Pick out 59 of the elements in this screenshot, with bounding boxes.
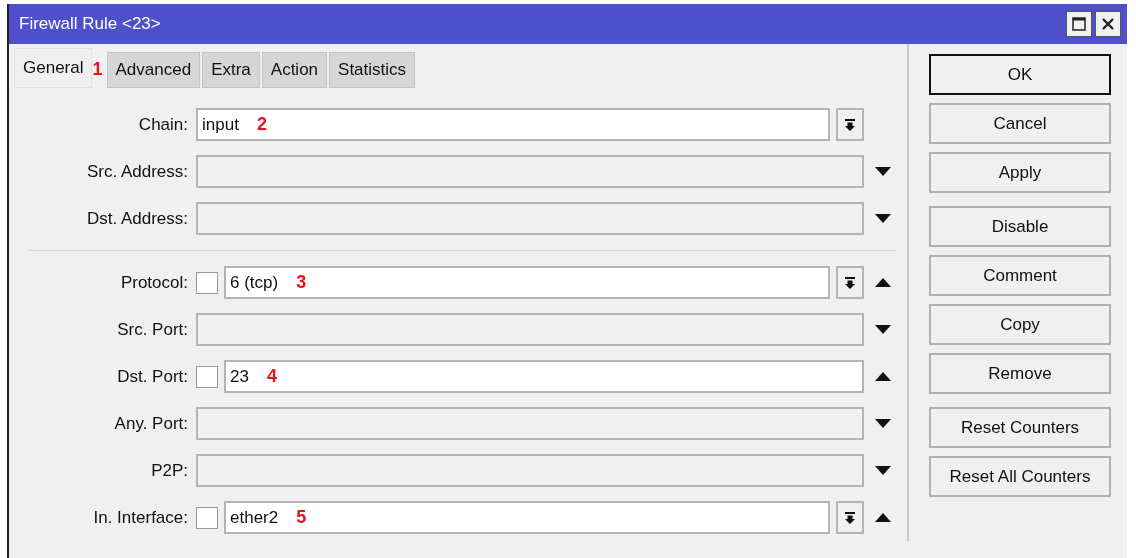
expand-arrow-icon[interactable] [875,325,891,334]
maximize-button[interactable] [1066,11,1092,37]
tab[interactable]: Extra [202,52,260,88]
dropdown-button[interactable] [836,266,864,299]
tab[interactable]: General [14,48,93,88]
dialog-button[interactable]: Disable [929,206,1111,247]
dropdown-button[interactable] [836,501,864,534]
input-field[interactable]: 6 (tcp) 3 [224,266,830,299]
expand-arrow-icon[interactable] [875,466,891,475]
collapse-arrow-icon[interactable] [875,513,891,522]
field-label: Protocol: [119,272,189,293]
input-field[interactable] [196,454,864,487]
field-label: Dst. Port: [116,366,189,387]
input-field[interactable] [196,202,864,235]
checkbox[interactable] [196,365,218,388]
tab[interactable]: Advanced [106,52,201,88]
input-field[interactable]: input 2 [196,108,830,141]
input-field[interactable] [196,407,864,440]
annotation-number: 3 [296,272,307,293]
annotation-number: 2 [256,114,267,135]
dropdown-icon [844,276,856,289]
dialog-button[interactable]: Apply [929,152,1111,193]
dialog-button[interactable]: Copy [929,304,1111,345]
checkbox[interactable] [196,271,218,294]
field-label: In. Interface: [92,507,189,528]
input-field[interactable]: 23 4 [224,360,864,393]
tab[interactable]: Action [261,52,328,88]
expand-arrow-icon[interactable] [875,214,891,223]
expand-arrow-icon[interactable] [875,419,891,428]
field-label: P2P: [150,460,189,481]
expand-arrow-icon[interactable] [875,167,891,176]
field-label: Src. Port: [116,319,189,340]
close-button[interactable] [1095,11,1121,37]
dialog-button[interactable]: Comment [929,255,1111,296]
dropdown-button[interactable] [836,108,864,141]
input-field[interactable] [196,313,864,346]
dialog-button[interactable]: Remove [929,353,1111,394]
dialog-button[interactable]: Reset All Counters [929,456,1111,497]
window-title: Firewall Rule <23> [19,14,161,34]
field-label: Dst. Address: [85,208,189,229]
field-label: Any. Port: [113,413,189,434]
dialog-button[interactable]: Cancel [929,103,1111,144]
dropdown-icon [844,511,856,524]
close-icon [1100,16,1116,32]
input-field[interactable] [196,155,864,188]
field-label: Chain: [137,114,189,135]
collapse-arrow-icon[interactable] [875,372,891,381]
dialog-button[interactable]: OK [929,54,1111,95]
maximize-icon [1071,16,1087,32]
field-label: Src. Address: [85,161,189,182]
checkbox[interactable] [196,506,218,529]
tab[interactable]: Statistics [329,52,416,88]
dialog-button[interactable]: Reset Counters [929,407,1111,448]
collapse-arrow-icon[interactable] [875,278,891,287]
annotation-number: 4 [266,366,277,387]
annotation-number: 5 [296,507,307,528]
annotation-number: 1 [92,58,103,80]
dropdown-icon [844,118,856,131]
input-field[interactable]: ether2 5 [224,501,830,534]
